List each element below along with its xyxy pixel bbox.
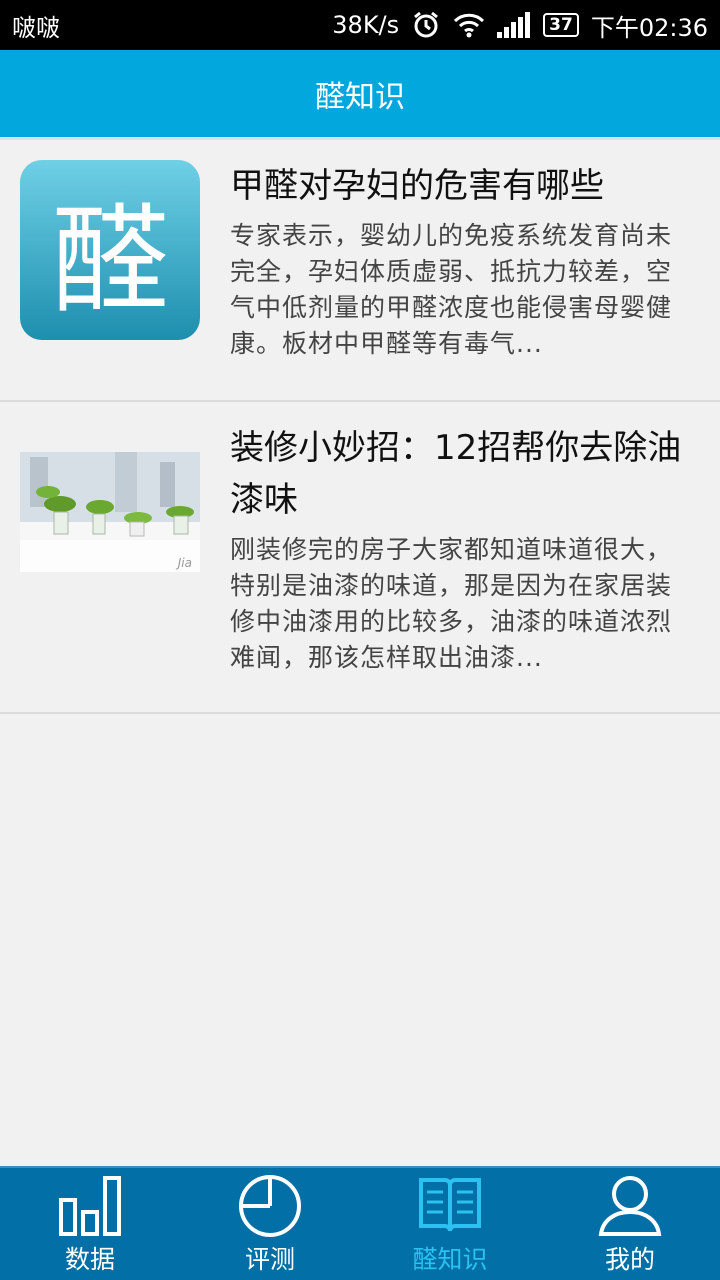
alarm-icon [411,10,441,40]
thumbnail-glyph: 醛 [50,191,169,330]
book-icon [415,1172,485,1238]
status-icons: 38K/s 37 下午02:36 [332,8,708,43]
clock: 下午02:36 [590,13,708,42]
article-thumbnail-photo: Jia [20,452,200,572]
page-title: 醛知识 [315,79,405,115]
article-summary: 刚装修完的房子大家都知道味道很大，特别是油漆的味道，那是因为在家居装修中油漆用的… [230,535,673,672]
tab-label: 评测 [244,1245,295,1274]
signal-icon [497,12,531,38]
bar-chart-icon [55,1172,125,1238]
battery-indicator: 37 [543,13,579,37]
pie-chart-icon [235,1172,305,1238]
article-thumbnail: 醛 [20,160,200,340]
bottom-tab-bar: 数据 评测 醛知识 我的 [0,1166,720,1280]
carrier-label: 啵啵 [12,13,60,42]
tab-label: 醛知识 [412,1245,488,1274]
tab-label: 我的 [604,1245,655,1274]
user-icon [595,1172,665,1238]
tab-data[interactable]: 数据 [0,1168,180,1280]
plants-photo-icon [20,452,200,572]
tab-mine[interactable]: 我的 [540,1168,720,1280]
photo-watermark: Jia [177,556,192,570]
network-speed: 38K/s [332,11,400,39]
article-item[interactable]: Jia 装修小妙招：12招帮你去除油漆味 刚装修完的房子大家都知道味道很大，特别… [0,402,720,714]
status-bar: 啵啵 38K/s 37 下午02:36 [0,0,720,50]
tab-label: 数据 [64,1245,115,1274]
page-title-bar: 醛知识 [0,50,720,140]
article-list: 醛 甲醛对孕妇的危害有哪些 专家表示，婴幼儿的免疫系统发育尚未完全，孕妇体质虚弱… [0,140,720,714]
article-summary: 专家表示，婴幼儿的免疫系统发育尚未完全，孕妇体质虚弱、抵抗力较差，空气中低剂量的… [230,221,673,358]
article-item[interactable]: 醛 甲醛对孕妇的危害有哪些 专家表示，婴幼儿的免疫系统发育尚未完全，孕妇体质虚弱… [0,140,720,402]
article-title: 甲醛对孕妇的危害有哪些 [230,166,604,206]
wifi-icon [453,12,485,38]
tab-knowledge[interactable]: 醛知识 [360,1168,540,1280]
article-title: 装修小妙招：12招帮你去除油漆味 [230,428,682,520]
tab-evaluation[interactable]: 评测 [180,1168,360,1280]
